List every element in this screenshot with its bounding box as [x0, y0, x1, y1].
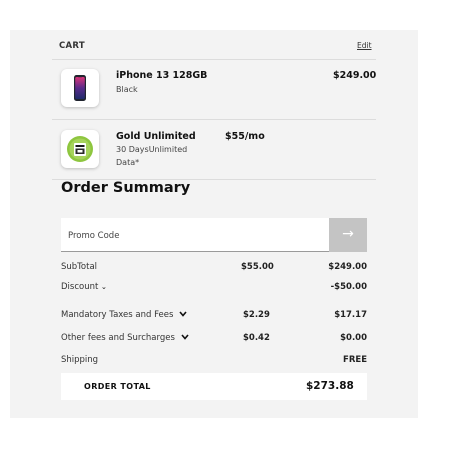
discount-toggle[interactable]: Discount ⌄ [61, 282, 107, 292]
subtotal-label: SubTotal [61, 262, 98, 272]
plan-name: Gold Unlimited [116, 131, 196, 142]
item-price: $249.00 [333, 70, 377, 81]
order-total-bar: ORDER TOTAL $273.88 [61, 373, 367, 400]
taxes-onetime: $17.17 [334, 310, 367, 320]
chevron-down-icon: ⌄ [101, 283, 107, 291]
other-fees-label: Other fees and Surcharges [61, 333, 175, 343]
plan-badge-icon [67, 136, 93, 162]
plan-data: Data* [116, 158, 140, 167]
promo-code-input[interactable]: Promo Code [61, 218, 329, 252]
item-name: iPhone 13 128GB [116, 70, 208, 81]
subtotal-monthly: $55.00 [241, 262, 274, 272]
promo-code-placeholder: Promo Code [68, 231, 120, 241]
cart-heading: CART [59, 41, 85, 51]
chevron-down-icon [179, 311, 187, 317]
taxes-label: Mandatory Taxes and Fees [61, 310, 174, 320]
other-fees-onetime: $0.00 [340, 333, 367, 343]
shipping-label: Shipping [61, 355, 99, 365]
plan-duration: 30 DaysUnlimited [116, 145, 188, 154]
shipping-value: FREE [343, 355, 367, 365]
phone-icon [74, 75, 86, 101]
other-fees-monthly: $0.42 [243, 333, 270, 343]
apply-promo-button[interactable]: → [329, 218, 367, 252]
divider [52, 119, 376, 120]
chevron-down-icon [180, 334, 189, 340]
arrow-right-icon: → [342, 226, 354, 242]
discount-value: -$50.00 [330, 282, 367, 292]
order-summary-title: Order Summary [61, 180, 191, 196]
order-total-label: ORDER TOTAL [84, 382, 151, 391]
other-fees-toggle[interactable]: Other fees and Surcharges [61, 333, 189, 343]
divider [52, 59, 376, 60]
plan-thumbnail [61, 130, 99, 168]
edit-cart-link[interactable]: Edit [357, 41, 372, 50]
discount-label: Discount [61, 282, 99, 292]
taxes-toggle[interactable]: Mandatory Taxes and Fees [61, 310, 187, 320]
item-color: Black [116, 85, 138, 94]
order-total-value: $273.88 [306, 380, 354, 392]
taxes-monthly: $2.29 [243, 310, 270, 320]
plan-price: $55/mo [225, 131, 265, 142]
subtotal-onetime: $249.00 [328, 262, 367, 272]
product-thumbnail [61, 69, 99, 107]
